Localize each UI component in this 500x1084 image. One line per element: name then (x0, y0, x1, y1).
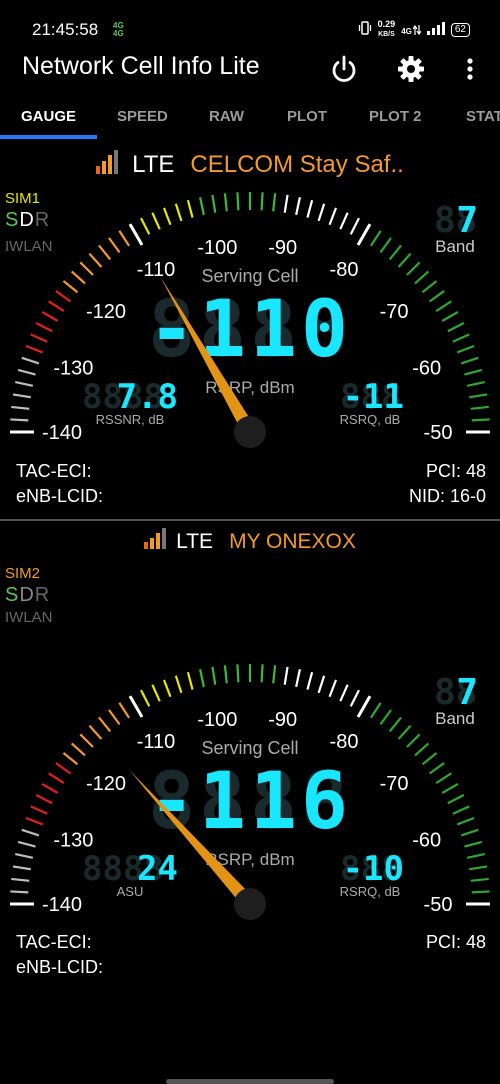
gauge-minor-tick (12, 865, 31, 871)
gauge-minor-tick (441, 783, 459, 794)
gauge-minor-tick (388, 716, 402, 733)
gauge-minor-tick (295, 669, 301, 688)
sim2-gauge: -140-130-120-110-100 -90-80-70-60-50Servi… (10, 664, 490, 920)
gauge-minor-tick (397, 724, 412, 740)
gauge-minor-tick (460, 828, 479, 837)
gauge-minor-tick (98, 716, 112, 733)
gauge-minor-tick (428, 762, 445, 775)
gauge-minor-tick (151, 684, 161, 702)
gauge-minor-tick (108, 709, 121, 726)
gauge-minor-tick (406, 733, 421, 748)
gauge-minor-tick (236, 664, 240, 683)
gauge-minor-tick (10, 890, 29, 894)
gauge-minor-tick (199, 669, 205, 688)
gauge-minor-tick (379, 709, 392, 726)
gauge-minor-tick (48, 772, 65, 785)
gauge-scale-label: -70 (380, 773, 409, 795)
gauge-scale-label: -110 (137, 731, 176, 753)
gesture-nav-handle[interactable] (166, 1079, 334, 1084)
band-label: Band (435, 709, 475, 728)
gauge-scale-label: -140 (42, 894, 82, 916)
gauge-major-tick (356, 695, 372, 718)
gauge-minor-tick (469, 865, 488, 871)
gauge-minor-tick (186, 671, 194, 690)
sim2-pci: PCI: 48 (425, 932, 486, 952)
gauge-minor-tick (470, 877, 489, 882)
gauge-minor-tick (25, 816, 44, 826)
gauge-scale-label: -120 (86, 773, 126, 795)
gauge-minor-tick (447, 794, 465, 805)
gauge-needle-hub (234, 888, 266, 920)
gauge-major-tick (128, 695, 144, 718)
right-lcd-value: -10 (343, 849, 404, 889)
band-lcd-value: 7 (456, 672, 478, 713)
gauge-minor-tick (317, 675, 326, 694)
gauge-minor-tick (70, 742, 86, 757)
gauge-minor-tick (464, 840, 483, 848)
gauge-minor-tick (79, 733, 94, 748)
gauge-scale-label: -90 (268, 709, 297, 731)
gauge-minor-tick (456, 816, 475, 826)
gauge-minor-tick (272, 665, 277, 684)
gauge-minor-tick (11, 877, 30, 882)
gauge-minor-tick (41, 783, 59, 794)
gauge-minor-tick (35, 794, 53, 805)
gauge-minor-tick (452, 805, 470, 815)
left-lcd-value: 24 (137, 849, 178, 889)
left-lcd-label: ASU (117, 884, 144, 899)
gauge-scale-label: -80 (330, 731, 359, 753)
sim2-panel: LTE MY ONEXOX SIM2 SDR IWLAN -140 -130 -12… (0, 0, 500, 1084)
gauge-minor-tick (211, 666, 217, 685)
right-lcd-label: RSRQ, dB (340, 884, 401, 899)
gauge-minor-tick (339, 684, 349, 702)
gauge-minor-tick (349, 689, 360, 707)
gauge-minor-tick (306, 671, 314, 690)
gauge-minor-tick (435, 772, 452, 785)
gauge-minor-tick (328, 679, 338, 698)
gauge-minor-tick (15, 853, 34, 859)
gauge-minor-tick (62, 752, 79, 766)
gauge-minor-tick (30, 805, 48, 815)
gauge-minor-tick (174, 675, 183, 694)
gauge-minor-tick (260, 664, 264, 683)
gauge-minor-tick (55, 762, 72, 775)
sim2-tac-eci: TAC-ECI: (16, 932, 92, 952)
gauge-minor-tick (21, 828, 40, 837)
gauge-scale-label: -50 (424, 894, 453, 916)
gauge-scale-label: -60 (412, 830, 441, 852)
gauge-minor-tick (283, 666, 289, 685)
gauge-minor-tick (118, 702, 131, 719)
gauge-minor-tick (414, 742, 430, 757)
gauge-scale-label: -100 (197, 709, 237, 731)
gauge-minor-tick (162, 679, 172, 698)
gauge-minor-tick (421, 752, 438, 766)
gauge-minor-tick (223, 665, 228, 684)
gauge-minor-tick (369, 702, 382, 719)
gauge-minor-tick (140, 689, 151, 707)
gauge-center-label: Serving Cell (201, 738, 298, 758)
gauge-minor-tick (471, 890, 490, 894)
gauge-minor-tick (88, 724, 103, 740)
gauge-minor-tick (17, 840, 36, 848)
gauge-minor-tick (466, 853, 485, 859)
gauge-rsrp-value: -116 (148, 757, 352, 847)
sim2-enb-lcid: eNB-LCID: (16, 957, 104, 977)
